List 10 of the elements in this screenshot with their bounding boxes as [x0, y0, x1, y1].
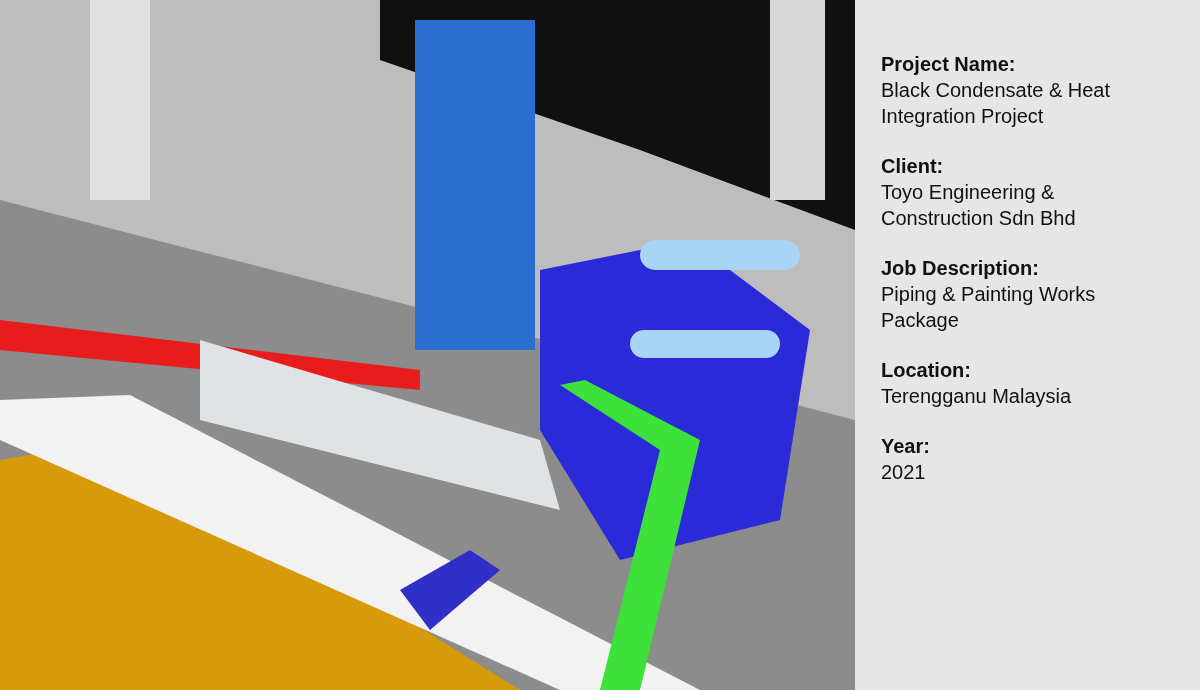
field-value: Terengganu Malaysia: [881, 384, 1073, 409]
field-label: Year:: [881, 434, 931, 459]
field-label: Client:: [881, 154, 945, 179]
field-label: Location:: [881, 358, 972, 383]
field-value: Black Condensate & Heat Integration Project: [881, 78, 1112, 129]
field-label: Job Description:: [881, 256, 1040, 281]
field-value: Toyo Engineering & Construction Sdn Bhd: [881, 180, 1077, 231]
field-label: Project Name:: [881, 52, 1017, 77]
field-value: 2021: [881, 460, 927, 485]
field-value: Piping & Painting Works Package: [881, 282, 1097, 333]
